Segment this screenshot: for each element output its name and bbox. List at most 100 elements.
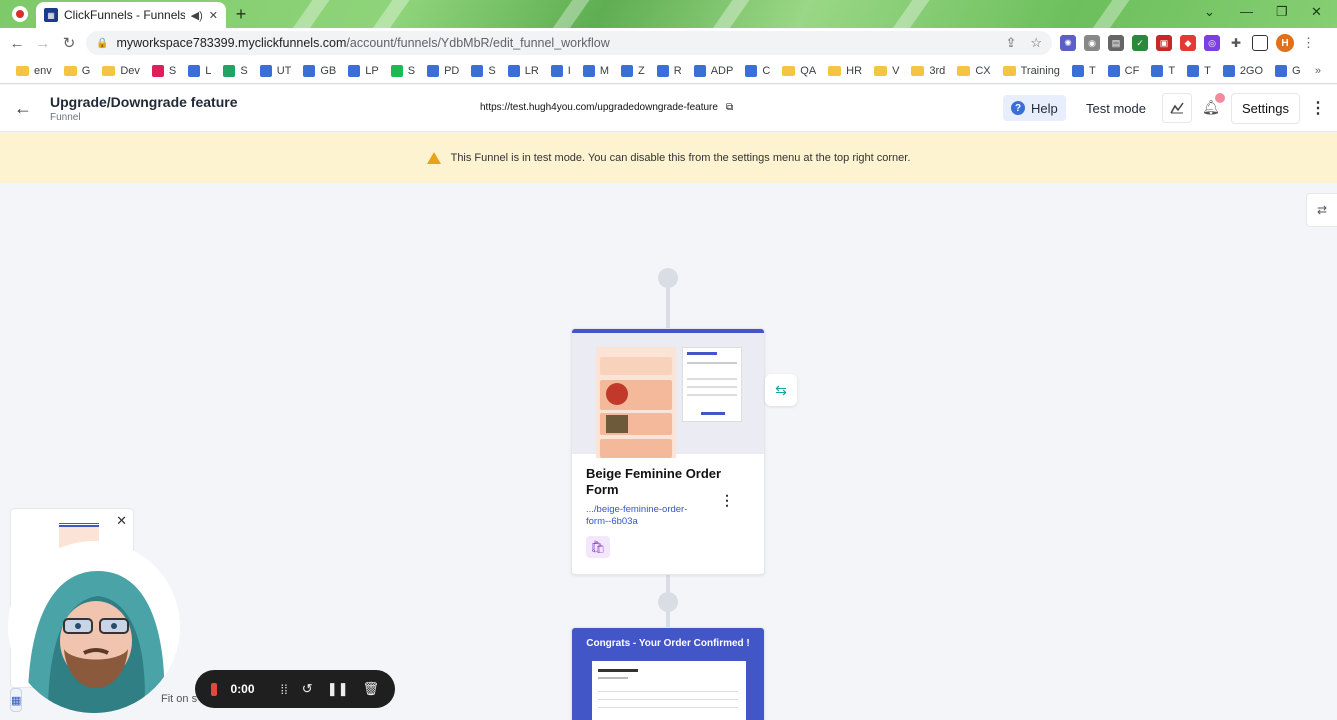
- camera-extension-icon[interactable]: ◉: [1084, 35, 1100, 51]
- bookmark-item[interactable]: S: [217, 64, 253, 77]
- more-bookmarks-icon[interactable]: »: [1315, 65, 1321, 77]
- site-favicon-icon: [693, 64, 706, 77]
- share-icon[interactable]: ⇪: [1005, 35, 1016, 51]
- step-more-icon[interactable]: ⋮: [720, 492, 734, 509]
- bookmark-label: 3rd: [929, 64, 946, 77]
- new-tab-button[interactable]: +: [232, 5, 250, 23]
- step-title[interactable]: Beige Feminine Order Form: [586, 466, 726, 498]
- url-host: myworkspace783399.myclickfunnels.com: [116, 36, 347, 50]
- map-icon[interactable]: ▦: [10, 688, 23, 712]
- more-options-icon[interactable]: ⋮: [1310, 98, 1326, 118]
- funnel-step-card[interactable]: Congrats - Your Order Confirmed !: [571, 627, 765, 720]
- folder-icon: [63, 65, 77, 76]
- grid-icon[interactable]: ⁞⁞: [281, 682, 288, 697]
- extension-icon[interactable]: ✺: [1060, 35, 1076, 51]
- bookmark-label: T: [1168, 64, 1176, 77]
- sidepanel-icon[interactable]: [1252, 35, 1268, 51]
- back-arrow-icon[interactable]: ←: [14, 98, 32, 119]
- bookmark-item[interactable]: HR: [822, 65, 868, 77]
- restart-icon[interactable]: ↺: [302, 681, 313, 697]
- bookmark-item[interactable]: I: [545, 64, 577, 77]
- site-favicon-icon: [1151, 64, 1164, 77]
- minimize-button[interactable]: —: [1240, 4, 1253, 19]
- bookmark-item[interactable]: 3rd: [905, 65, 951, 77]
- test-mode-button[interactable]: Test mode: [1078, 95, 1154, 121]
- bookmark-item[interactable]: V: [868, 65, 905, 77]
- bookmark-item[interactable]: CF: [1102, 64, 1146, 77]
- color-extension-icon[interactable]: ◆: [1180, 35, 1196, 51]
- pause-icon[interactable]: ❚❚: [327, 681, 349, 697]
- lock-icon[interactable]: 🔒: [96, 38, 108, 49]
- profile-avatar[interactable]: H: [1276, 34, 1294, 52]
- forward-icon[interactable]: →: [30, 35, 56, 52]
- folder-icon: [911, 65, 925, 76]
- extension-icon[interactable]: ▣: [1156, 35, 1172, 51]
- restore-button[interactable]: ❐: [1276, 4, 1288, 20]
- back-icon[interactable]: ←: [4, 35, 30, 52]
- bookmark-item[interactable]: CX: [951, 65, 996, 77]
- delete-icon[interactable]: 🗑︎: [362, 681, 379, 697]
- extension-icon[interactable]: ✓: [1132, 35, 1148, 51]
- bookmark-item[interactable]: PD: [421, 64, 465, 77]
- side-panel-toggle[interactable]: ⇄: [1306, 193, 1337, 227]
- bookmark-item[interactable]: QA: [776, 65, 822, 77]
- bookmark-label: S: [488, 64, 496, 77]
- funnel-url[interactable]: https://test.hugh4you.com/upgradedowngra…: [480, 102, 733, 113]
- folder-icon: [874, 65, 888, 76]
- tab-search-icon[interactable]: ⌄: [1204, 4, 1215, 20]
- bookmark-item[interactable]: Training: [997, 65, 1066, 77]
- bookmark-item[interactable]: Z: [615, 64, 651, 77]
- spotify-favicon-icon: [390, 64, 403, 77]
- bookmark-item[interactable]: ADP: [688, 64, 740, 77]
- bookmark-item[interactable]: G: [1269, 64, 1307, 77]
- bookmark-item[interactable]: S: [146, 64, 182, 77]
- browser-tab[interactable]: ▦ ClickFunnels - Funnels ◀) ✕: [36, 2, 226, 28]
- bookmark-item[interactable]: S: [385, 64, 421, 77]
- bookmark-item[interactable]: T: [1181, 64, 1217, 77]
- bookmarks-bar: env G Dev S L S UT GB LP S PD S LR I M Z R ADP C QA HR V 3rd CX…: [0, 58, 1337, 84]
- puzzle-icon[interactable]: ✚: [1228, 35, 1244, 51]
- bookmark-item[interactable]: UT: [254, 64, 298, 77]
- flow-node[interactable]: [658, 592, 678, 612]
- bookmark-item[interactable]: 2GO: [1217, 64, 1269, 77]
- bookmark-item[interactable]: T: [1145, 64, 1181, 77]
- funnel-url-text[interactable]: https://test.hugh4you.com/upgradedowngra…: [480, 102, 718, 113]
- funnel-step-card[interactable]: Beige Feminine Order Form .../beige-femi…: [571, 328, 765, 575]
- flow-node[interactable]: [658, 268, 678, 288]
- bookmark-item[interactable]: L: [182, 64, 217, 77]
- bookmark-label: CF: [1124, 64, 1140, 77]
- close-minimap-icon[interactable]: ✕: [116, 513, 127, 529]
- bookmark-item[interactable]: G: [58, 65, 97, 77]
- fit-on-screen-label[interactable]: Fit on s: [161, 693, 197, 705]
- help-button[interactable]: ? Help: [1003, 95, 1066, 121]
- close-tab-icon[interactable]: ✕: [209, 9, 218, 22]
- address-bar[interactable]: 🔒 myworkspace783399.myclickfunnels.com /…: [86, 31, 1052, 55]
- extension-icon[interactable]: ◎: [1204, 35, 1220, 51]
- bookmark-label: T: [1088, 64, 1096, 77]
- bookmark-item[interactable]: S: [465, 64, 501, 77]
- bookmark-label: G: [81, 64, 91, 77]
- step-thumbnail[interactable]: [572, 329, 764, 458]
- split-test-icon[interactable]: ⇆: [765, 374, 797, 406]
- bookmark-item[interactable]: Dev: [96, 65, 146, 77]
- bookmark-item[interactable]: env: [10, 65, 58, 77]
- bookmark-item[interactable]: LP: [342, 64, 384, 77]
- analytics-button[interactable]: [1162, 93, 1192, 123]
- bookmark-item[interactable]: GB: [297, 64, 342, 77]
- bookmark-item[interactable]: T: [1066, 64, 1102, 77]
- close-window-button[interactable]: ✕: [1311, 4, 1322, 20]
- reload-icon[interactable]: ↻: [56, 34, 82, 52]
- bookmark-item[interactable]: M: [577, 64, 615, 77]
- external-link-icon[interactable]: ⧉: [726, 102, 733, 113]
- bookmark-star-icon[interactable]: ☆: [1030, 35, 1042, 51]
- extension-icon[interactable]: ▤: [1108, 35, 1124, 51]
- settings-button[interactable]: Settings: [1231, 93, 1300, 124]
- stop-recording-button[interactable]: [211, 682, 217, 696]
- bookmark-item[interactable]: C: [739, 64, 776, 77]
- browser-menu-icon[interactable]: ⋮: [1302, 35, 1315, 51]
- step-link[interactable]: .../beige-feminine-order-form--6b03a: [586, 504, 706, 528]
- speaker-icon[interactable]: ◀): [191, 9, 203, 22]
- bookmark-item[interactable]: LR: [502, 64, 545, 77]
- step-thumbnail[interactable]: Congrats - Your Order Confirmed !: [572, 628, 764, 720]
- bookmark-item[interactable]: R: [651, 64, 688, 77]
